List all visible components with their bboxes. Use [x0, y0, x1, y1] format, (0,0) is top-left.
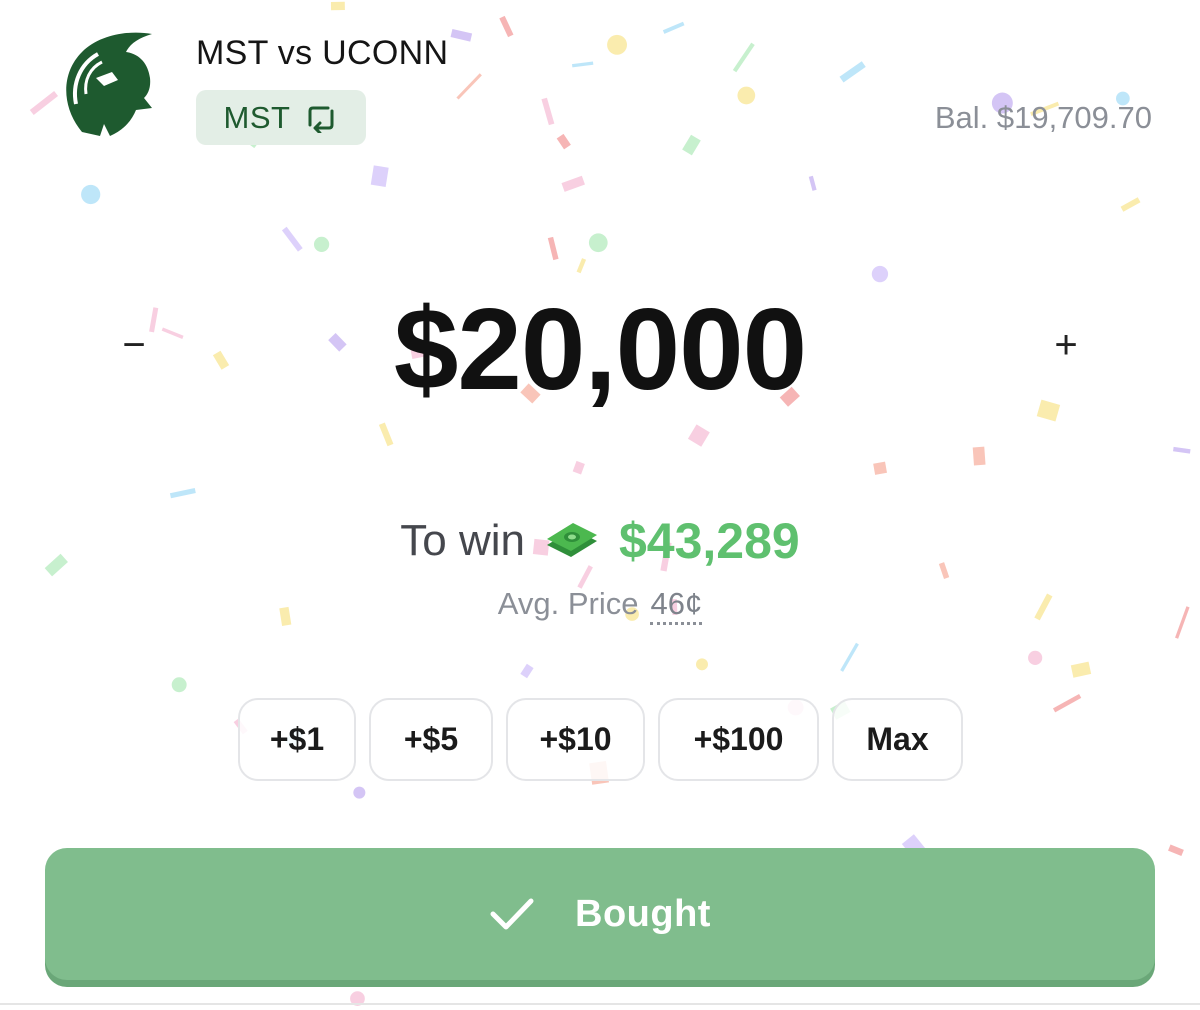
swap-icon [308, 106, 334, 133]
avg-price-row: Avg. Price 46¢ [0, 586, 1200, 625]
bought-button[interactable]: Bought [45, 848, 1155, 980]
confetti-piece [839, 61, 866, 83]
quick-add-100-button[interactable]: +$100 [658, 698, 819, 781]
confetti-piece [520, 663, 534, 679]
confetti-piece [281, 226, 303, 252]
quick-add-10-button[interactable]: +$10 [506, 698, 645, 781]
confetti-piece [607, 34, 627, 55]
confetti-piece [1028, 650, 1043, 665]
confetti-piece [330, 1, 345, 11]
increment-button[interactable]: + [1036, 315, 1096, 375]
confetti-piece [576, 258, 587, 274]
avg-price-value[interactable]: 46¢ [650, 586, 703, 625]
confetti-piece [572, 460, 585, 475]
team-pill-label: MST [223, 99, 291, 135]
confetti-piece [873, 461, 887, 475]
confetti-piece [808, 175, 817, 191]
confetti-piece [378, 422, 394, 447]
check-icon [490, 898, 534, 930]
balance-label: Bal. $19,709.70 [934, 100, 1152, 135]
money-bill-icon [546, 523, 597, 557]
confetti-piece [171, 677, 187, 693]
confetti-piece [1168, 844, 1184, 857]
confetti-piece [456, 73, 482, 100]
quick-add-5-button[interactable]: +$5 [369, 698, 493, 781]
confetti-piece [571, 61, 594, 68]
to-win-label: To win [400, 516, 525, 565]
confetti-piece [695, 658, 708, 671]
confetti-piece [972, 446, 986, 466]
confetti-piece [1173, 446, 1191, 454]
confetti-piece [1052, 693, 1082, 713]
matchup-title: MST vs UCONN [196, 34, 449, 72]
confetti-piece [840, 642, 859, 672]
confetti-piece [1120, 197, 1141, 212]
to-win-value: $43,289 [618, 513, 800, 569]
quick-add-1-button[interactable]: +$1 [238, 698, 356, 781]
confetti-piece [547, 236, 559, 261]
bottom-divider [0, 1003, 1200, 1005]
wager-amount: $20,000 [393, 284, 807, 414]
confetti-piece [561, 175, 585, 192]
confetti-piece [662, 21, 685, 34]
confetti-piece [169, 488, 196, 499]
confetti-piece [541, 97, 555, 126]
quick-add-row: +$1 +$5 +$10 +$100 Max [238, 698, 963, 781]
confetti-piece [687, 424, 710, 447]
spartan-helmet-icon [66, 32, 152, 136]
confetti-piece [370, 165, 389, 187]
max-button[interactable]: Max [832, 698, 963, 781]
confetti-piece [450, 28, 473, 42]
confetti-piece [556, 133, 571, 150]
confetti-piece [682, 134, 701, 156]
team-pill-button[interactable]: MST [196, 90, 366, 145]
confetti-piece [81, 184, 101, 205]
to-win-row: To win $43,289 [0, 512, 1200, 570]
avg-price-label: Avg. Price [497, 586, 639, 621]
confetti-piece [313, 236, 330, 252]
confetti-piece [353, 786, 366, 799]
confetti-piece [737, 86, 756, 105]
bought-label: Bought [575, 892, 711, 935]
confetti-piece [1070, 661, 1092, 678]
confetti-piece [588, 233, 608, 253]
confetti-piece [732, 42, 755, 73]
confetti-piece [871, 265, 889, 283]
confetti-piece [499, 15, 514, 38]
